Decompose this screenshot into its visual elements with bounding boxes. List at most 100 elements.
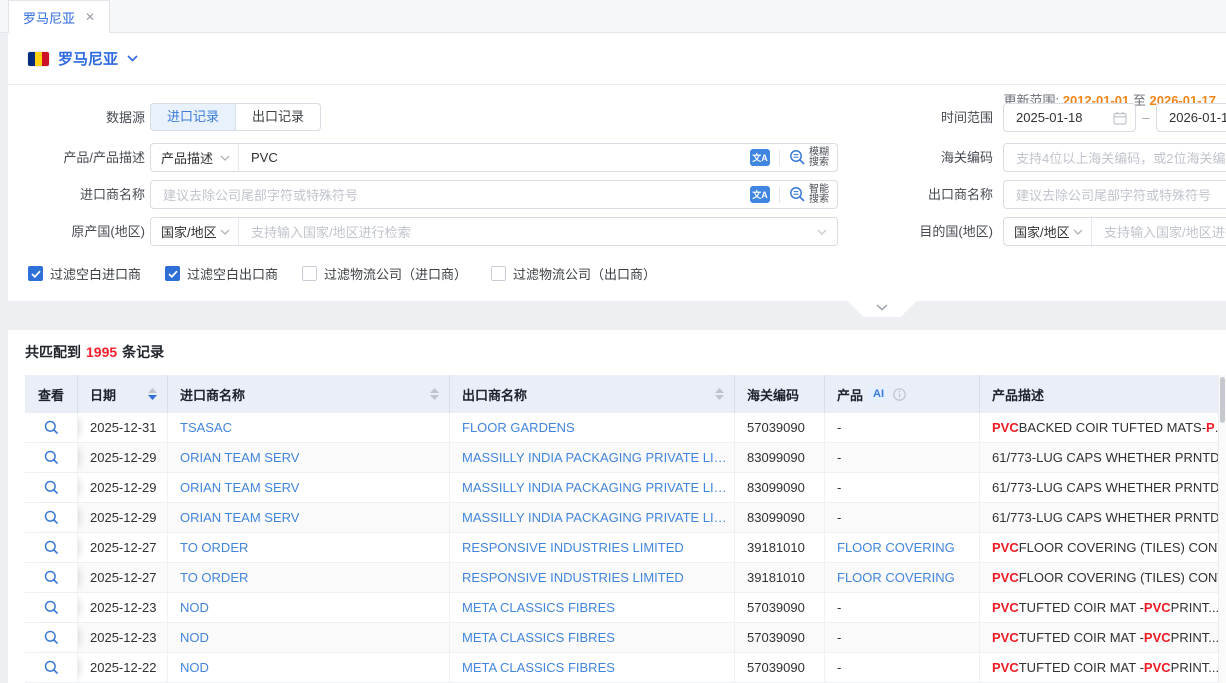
translate-icon[interactable]: 文A bbox=[750, 186, 770, 203]
col-date[interactable]: 日期 bbox=[78, 375, 168, 413]
product-link[interactable]: FLOOR COVERING bbox=[837, 540, 955, 555]
importer-link[interactable]: NOD bbox=[180, 660, 209, 675]
date-end-input[interactable]: 2026-01-17 bbox=[1156, 103, 1226, 132]
origin-country-select[interactable]: 国家/地区 bbox=[151, 218, 239, 245]
cell-importer[interactable]: ORIAN TEAM SERV bbox=[168, 473, 450, 502]
filter-checkbox-0[interactable]: 过滤空白进口商 bbox=[28, 264, 141, 283]
importer-search-group: 建议去除公司尾部字符或特殊符号 文A 智能搜索 bbox=[150, 180, 838, 209]
product-input[interactable]: PVC bbox=[239, 150, 750, 165]
cell-importer[interactable]: ORIAN TEAM SERV bbox=[168, 443, 450, 472]
exporter-link[interactable]: FLOOR GARDENS bbox=[462, 420, 575, 435]
chevron-down-icon bbox=[220, 155, 230, 161]
view-record-button[interactable] bbox=[25, 443, 78, 472]
scrollbar-thumb[interactable] bbox=[1220, 377, 1225, 423]
importer-input[interactable]: 建议去除公司尾部字符或特殊符号 bbox=[151, 185, 750, 204]
product-field-select[interactable]: 产品描述 bbox=[151, 144, 239, 171]
importer-link[interactable]: TO ORDER bbox=[180, 570, 248, 585]
keyword-highlight: PVC bbox=[1144, 660, 1171, 675]
exporter-link[interactable]: RESPONSIVE INDUSTRIES LIMITED bbox=[462, 570, 684, 585]
cell-importer[interactable]: TO ORDER bbox=[168, 563, 450, 592]
search-icon bbox=[44, 630, 59, 645]
view-record-button[interactable] bbox=[25, 503, 78, 532]
keyword-highlight: PVC bbox=[992, 660, 1019, 675]
table-row: 2025-12-29ORIAN TEAM SERVMASSILLY INDIA … bbox=[25, 503, 1218, 533]
smart-search-button[interactable]: 智能搜索 bbox=[789, 185, 829, 205]
view-record-button[interactable] bbox=[25, 623, 78, 652]
exporter-input[interactable]: 建议去除公司尾部字符或特殊符号 bbox=[1003, 180, 1226, 209]
keyword-highlight: PVC bbox=[1144, 630, 1171, 645]
cell-exporter[interactable]: META CLASSICS FIBRES bbox=[450, 653, 735, 682]
dest-country-select[interactable]: 国家/地区 bbox=[1004, 218, 1092, 245]
exporter-link[interactable]: MASSILLY INDIA PACKAGING PRIVATE LIMI... bbox=[462, 480, 734, 495]
data-source-option-1[interactable]: 出口记录 bbox=[235, 103, 321, 131]
cell-importer[interactable]: TO ORDER bbox=[168, 533, 450, 562]
chevron-down-icon[interactable] bbox=[817, 229, 827, 235]
exporter-link[interactable]: META CLASSICS FIBRES bbox=[462, 630, 615, 645]
importer-link[interactable]: ORIAN TEAM SERV bbox=[180, 450, 299, 465]
view-record-button[interactable] bbox=[25, 653, 78, 682]
cell-exporter[interactable]: META CLASSICS FIBRES bbox=[450, 623, 735, 652]
vertical-scrollbar[interactable] bbox=[1218, 375, 1226, 683]
cell-exporter[interactable]: MASSILLY INDIA PACKAGING PRIVATE LIMI... bbox=[450, 503, 735, 532]
importer-link[interactable]: NOD bbox=[180, 600, 209, 615]
collapse-panel-handle[interactable] bbox=[847, 301, 917, 317]
filter-checkbox-1[interactable]: 过滤空白出口商 bbox=[165, 264, 278, 283]
cell-importer[interactable]: NOD bbox=[168, 623, 450, 652]
chevron-down-icon[interactable] bbox=[127, 55, 138, 62]
hs-code-input[interactable]: 支持4位以上海关编码，或2位海关编码加工 bbox=[1003, 143, 1226, 172]
exporter-link[interactable]: META CLASSICS FIBRES bbox=[462, 600, 615, 615]
fuzzy-search-button[interactable]: 模糊搜索 bbox=[789, 148, 829, 168]
col-exporter[interactable]: 出口商名称 bbox=[450, 375, 735, 413]
cell-product[interactable]: FLOOR COVERING bbox=[825, 563, 980, 592]
cell-exporter[interactable]: FLOOR GARDENS bbox=[450, 413, 735, 442]
exporter-link[interactable]: MASSILLY INDIA PACKAGING PRIVATE LIMI... bbox=[462, 450, 734, 465]
product-link[interactable]: FLOOR COVERING bbox=[837, 570, 955, 585]
importer-link[interactable]: TO ORDER bbox=[180, 540, 248, 555]
cell-importer[interactable]: NOD bbox=[168, 653, 450, 682]
close-icon[interactable]: ✕ bbox=[85, 10, 95, 24]
importer-link[interactable]: ORIAN TEAM SERV bbox=[180, 510, 299, 525]
exporter-link[interactable]: META CLASSICS FIBRES bbox=[462, 660, 615, 675]
view-record-button[interactable] bbox=[25, 473, 78, 502]
sort-icon-importer[interactable] bbox=[430, 388, 439, 400]
cell-importer[interactable]: NOD bbox=[168, 593, 450, 622]
data-source-label: 数据源 bbox=[8, 103, 145, 132]
view-record-button[interactable] bbox=[25, 563, 78, 592]
importer-link[interactable]: TSASAC bbox=[180, 420, 232, 435]
origin-country-label: 原产国(地区) bbox=[8, 217, 145, 246]
country-name[interactable]: 罗马尼亚 bbox=[58, 48, 118, 69]
product-search-group: 产品描述 PVC 文A 模糊搜索 bbox=[150, 143, 838, 172]
info-icon[interactable] bbox=[893, 388, 906, 401]
importer-link[interactable]: NOD bbox=[180, 630, 209, 645]
origin-country-input[interactable]: 支持输入国家/地区进行检索 bbox=[239, 222, 817, 241]
cell-importer[interactable]: TSASAC bbox=[168, 413, 450, 442]
search-icon bbox=[44, 540, 59, 555]
tab-romania[interactable]: 罗马尼亚 ✕ bbox=[8, 0, 110, 33]
cell-exporter[interactable]: MASSILLY INDIA PACKAGING PRIVATE LIMI... bbox=[450, 473, 735, 502]
dest-country-input[interactable]: 支持输入国家/地区进行检索 bbox=[1092, 222, 1226, 241]
cell-exporter[interactable]: MASSILLY INDIA PACKAGING PRIVATE LIMI... bbox=[450, 443, 735, 472]
col-importer[interactable]: 进口商名称 bbox=[168, 375, 450, 413]
cell-exporter[interactable]: RESPONSIVE INDUSTRIES LIMITED bbox=[450, 563, 735, 592]
exporter-link[interactable]: MASSILLY INDIA PACKAGING PRIVATE LIMI... bbox=[462, 510, 734, 525]
table-row: 2025-12-27TO ORDERRESPONSIVE INDUSTRIES … bbox=[25, 563, 1218, 593]
exporter-link[interactable]: RESPONSIVE INDUSTRIES LIMITED bbox=[462, 540, 684, 555]
cell-exporter[interactable]: RESPONSIVE INDUSTRIES LIMITED bbox=[450, 533, 735, 562]
translate-icon[interactable]: 文A bbox=[750, 149, 770, 166]
date-start-input[interactable]: 2025-01-18 bbox=[1003, 103, 1136, 132]
sort-icon-exporter[interactable] bbox=[715, 388, 724, 400]
cell-importer[interactable]: ORIAN TEAM SERV bbox=[168, 503, 450, 532]
sort-icon-date[interactable] bbox=[148, 388, 157, 400]
data-source-option-0[interactable]: 进口记录 bbox=[150, 103, 235, 131]
view-record-button[interactable] bbox=[25, 413, 78, 442]
exporter-label: 出口商名称 bbox=[863, 180, 993, 209]
cell-date: 2025-12-22 bbox=[78, 653, 168, 682]
search-icon bbox=[789, 149, 806, 166]
filter-checkbox-2[interactable]: 过滤物流公司（进口商） bbox=[302, 264, 467, 283]
cell-exporter[interactable]: META CLASSICS FIBRES bbox=[450, 593, 735, 622]
view-record-button[interactable] bbox=[25, 593, 78, 622]
view-record-button[interactable] bbox=[25, 533, 78, 562]
importer-link[interactable]: ORIAN TEAM SERV bbox=[180, 480, 299, 495]
cell-product[interactable]: FLOOR COVERING bbox=[825, 533, 980, 562]
filter-checkbox-3[interactable]: 过滤物流公司（出口商） bbox=[491, 264, 656, 283]
